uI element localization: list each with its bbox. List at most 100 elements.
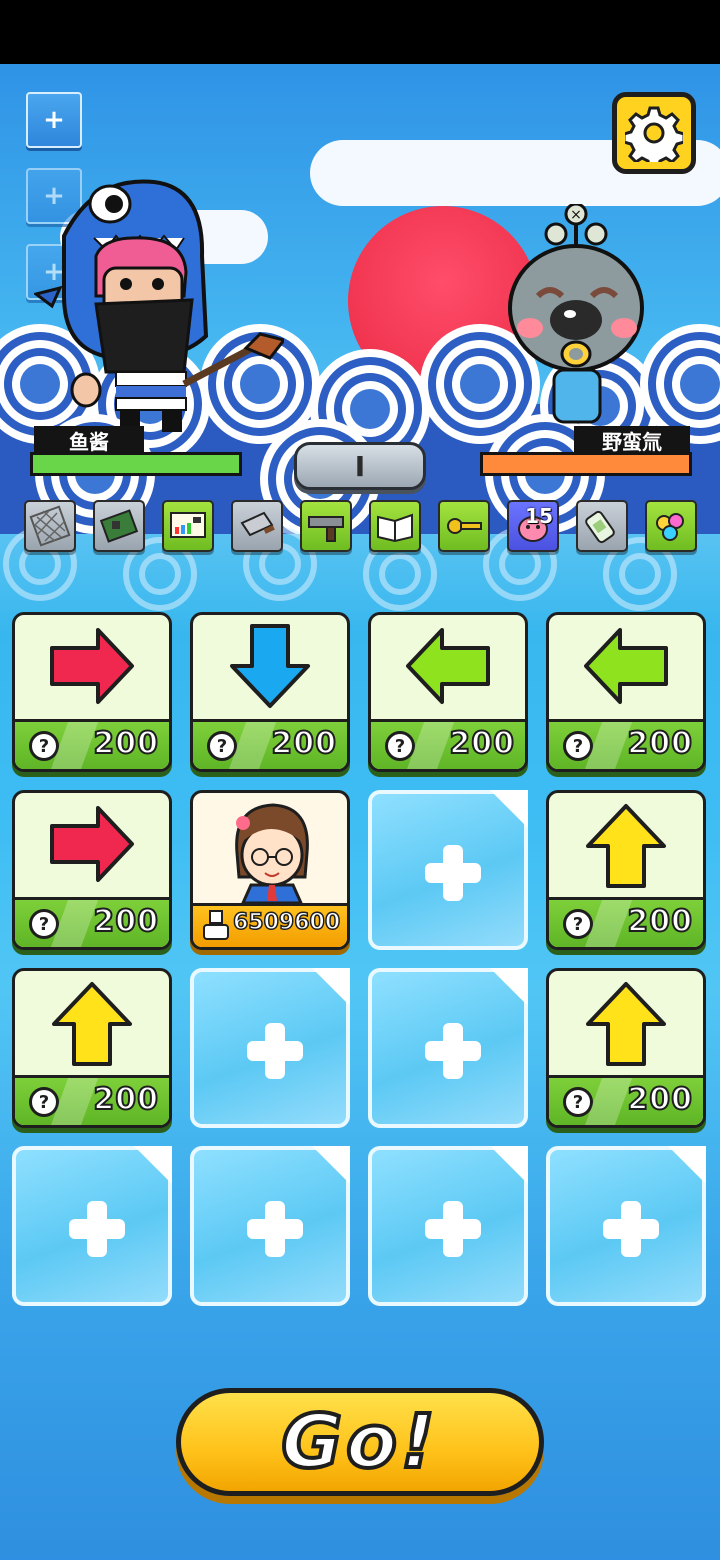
shop-card-arrow-left[interactable]: ? 200 [368,612,528,772]
shop-card-arrow-up[interactable]: ? 200 [546,790,706,950]
price-label: 200 [92,1081,159,1118]
shop-card-arrow-up[interactable]: ? 200 [12,968,172,1128]
settings-button[interactable] [612,92,696,174]
gear-icon [625,106,683,162]
item-slot-4[interactable] [231,500,283,552]
arrow-down-icon [230,624,310,708]
question-mark-icon: ? [29,731,59,761]
card-corner-fold [490,1146,528,1184]
empty-slot[interactable] [368,1146,528,1306]
empty-slot[interactable] [546,1146,706,1306]
arrow-left-icon [584,628,668,704]
go-button[interactable]: Go! [176,1388,544,1496]
question-mark-icon: ? [563,731,593,761]
empty-slot[interactable] [190,968,350,1128]
enemy-name: 野蛮氚 [574,426,690,454]
player-icon [203,910,229,940]
arrow-up-icon [52,982,132,1066]
cleaver-icon [240,511,275,537]
score-bar: 6509600 [193,903,347,947]
side-add-button-1[interactable]: + [26,92,82,148]
empty-slot[interactable] [12,1146,172,1306]
price-label: 200 [92,903,159,940]
empty-slot[interactable] [368,968,528,1128]
price-label: 200 [626,903,693,940]
item-slot-9[interactable] [576,500,628,552]
card-corner-fold [668,1146,706,1184]
player-hp-panel: 鱼酱 [28,426,244,480]
card-art [549,793,703,897]
arrow-up-icon [586,982,666,1066]
item-slot-6[interactable] [369,500,421,552]
shop-card-arrow-right[interactable]: ? 200 [12,612,172,772]
key-icon [447,518,482,534]
item-slot-10[interactable] [645,500,697,552]
price-label: 200 [448,725,515,762]
shop-card-arrow-left[interactable]: ? 200 [546,612,706,772]
shop-card-arrow-right[interactable]: ? 200 [12,790,172,950]
price-bar: ? 200 [371,719,525,769]
question-mark-icon: ? [29,909,59,939]
status-bar [0,0,720,64]
card-art [549,615,703,719]
player-character [34,179,284,432]
price-bar: ? 200 [15,1075,169,1125]
plus-icon: + [43,105,65,135]
plus-icon [443,1023,463,1079]
enemy-hp-bar [480,452,692,476]
price-bar: ? 200 [15,897,169,947]
svg-text:×: × [570,207,582,223]
price-bar: ? 200 [549,1075,703,1125]
card-art [371,615,525,719]
plus-icon [443,1201,463,1257]
empty-slot[interactable] [190,1146,350,1306]
bandage-icon [585,510,615,544]
player-hp-bar [30,452,242,476]
avatar [235,803,309,905]
player-card[interactable]: 6509600 [190,790,350,950]
price-label: 200 [626,1081,693,1118]
item-inventory-row: 15 [24,500,720,552]
arrow-right-icon [50,628,134,704]
question-mark-icon: ? [385,731,415,761]
item-slot-1[interactable] [24,500,76,552]
enemy-hp-panel: 野蛮氚 [478,426,694,480]
card-corner-fold [312,1146,350,1184]
card-art [15,971,169,1075]
arrow-left-icon [406,628,490,704]
arrow-right-icon [50,806,134,882]
plus-icon [265,1201,285,1257]
card-art [15,615,169,719]
card-art [15,793,169,897]
plus-icon [265,1023,285,1079]
arrow-up-icon [586,804,666,888]
card-art [193,615,347,719]
card-corner-fold [312,968,350,1006]
item-slot-5[interactable] [300,500,352,552]
plus-icon [621,1201,641,1257]
round-indicator: I [294,442,426,490]
card-art [549,971,703,1075]
price-bar: ? 200 [193,719,347,769]
question-mark-icon: ? [29,1087,59,1117]
shop-card-arrow-down[interactable]: ? 200 [190,612,350,772]
color-palette-card-icon [170,512,206,538]
gun-icon [308,516,344,542]
shop-card-arrow-up[interactable]: ? 200 [546,968,706,1128]
question-mark-icon: ? [207,731,237,761]
price-bar: ? 200 [15,719,169,769]
card-corner-fold [490,790,528,828]
item-slot-2[interactable] [93,500,145,552]
circuit-board-icon [99,509,139,543]
item-slot-7[interactable] [438,500,490,552]
player-name: 鱼酱 [34,426,144,454]
price-label: 200 [92,725,159,762]
net-icon [29,505,71,547]
empty-slot[interactable] [368,790,528,950]
item-slot-8[interactable]: 15 [507,500,559,552]
item-slot-3[interactable] [162,500,214,552]
price-label: 200 [270,725,337,762]
item-count: 15 [525,504,553,528]
card-corner-fold [490,968,528,1006]
plus-icon [443,845,463,901]
